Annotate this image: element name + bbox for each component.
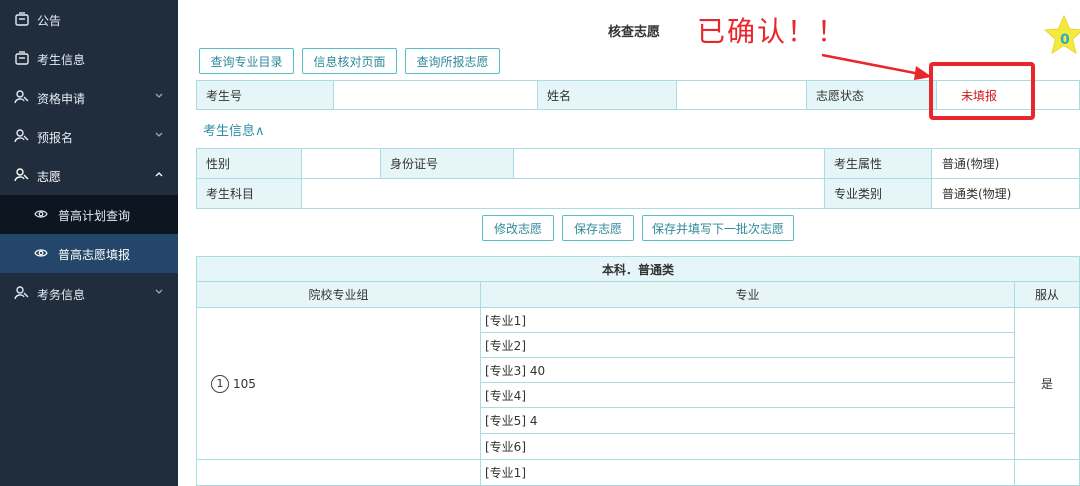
user-link-icon: [14, 90, 29, 104]
user-link-icon: [14, 168, 29, 182]
obey-cell: [1014, 459, 1080, 486]
user-link-icon: [14, 286, 29, 300]
sidebar-item-label: 预报名: [37, 131, 74, 145]
status-label: 志愿状态: [806, 80, 937, 110]
info-check-page-button[interactable]: 信息核对页面: [302, 48, 397, 74]
sidebar-item-notice[interactable]: 公告: [0, 0, 178, 39]
sidebar-subitem-volunteer-fill[interactable]: 普高志愿填报: [0, 234, 178, 273]
annotation-arrow-icon: [821, 53, 932, 80]
eye-icon: [34, 210, 48, 218]
column-header-major: 专业: [480, 281, 1015, 308]
group-number: 1: [211, 374, 229, 393]
sidebar-item-label: 公告: [37, 14, 62, 28]
sidebar-item-label: 考生信息: [37, 53, 86, 67]
sidebar-item-qualification[interactable]: 资格申请: [0, 78, 178, 117]
chevron-down-icon: [155, 93, 163, 98]
query-submitted-volunteers-button[interactable]: 查询所报志愿: [405, 48, 500, 74]
user-link-icon: [14, 129, 29, 143]
app-root: 公告 考生信息 资格申请 预报名 志愿 普高计划查询 普高志愿填报 考务信息 核…: [0, 0, 1080, 486]
table-title: 本科．普通类: [196, 256, 1080, 282]
subject-value: [301, 178, 825, 209]
chevron-down-icon: [155, 132, 163, 137]
name-label: 姓名: [537, 80, 677, 110]
star-count: 0: [1060, 32, 1070, 48]
table-row: [专业3] 40: [480, 357, 1015, 383]
group-cell: [196, 459, 481, 486]
query-major-catalog-button[interactable]: 查询专业目录: [199, 48, 294, 74]
chevron-down-icon: [155, 289, 163, 294]
sidebar-item-label: 考务信息: [37, 288, 86, 302]
sidebar-item-label: 资格申请: [37, 92, 86, 106]
sidebar-subitem-plan-query[interactable]: 普高计划查询: [0, 195, 178, 234]
eye-icon: [34, 249, 48, 257]
chevron-up-icon: [155, 172, 163, 177]
gender-label: 性别: [196, 148, 302, 179]
table-row: [专业1]: [480, 459, 1015, 486]
save-volunteer-button[interactable]: 保存志愿: [562, 215, 634, 241]
sidebar-item-volunteer[interactable]: 志愿: [0, 156, 178, 195]
table-row: [专业6]: [480, 433, 1015, 460]
highlight-box: [929, 62, 1035, 120]
student-attr-label: 考生属性: [824, 148, 932, 179]
sidebar-item-pre-register[interactable]: 预报名: [0, 117, 178, 156]
table-row: [专业2]: [480, 332, 1015, 358]
group-cell: 1 105: [196, 307, 481, 460]
obey-cell: 是: [1014, 307, 1080, 460]
major-category-label: 专业类别: [824, 178, 932, 209]
id-card-icon: [15, 51, 29, 65]
student-info-toggle[interactable]: 考生信息∧: [203, 120, 265, 139]
exam-no-label: 考生号: [196, 80, 334, 110]
gender-value: [301, 148, 381, 179]
sidebar-item-student-info[interactable]: 考生信息: [0, 39, 178, 78]
sidebar-item-label: 志愿: [37, 170, 62, 184]
table-row: [专业5] 4: [480, 407, 1015, 434]
group-code: 105: [233, 376, 256, 391]
exam-no-value: [333, 80, 538, 110]
subject-label: 考生科目: [196, 178, 302, 209]
sidebar-subitem-label: 普高志愿填报: [58, 248, 131, 262]
name-value: [676, 80, 807, 110]
table-row: [专业4]: [480, 382, 1015, 408]
notice-icon: [15, 12, 29, 26]
annotation-text: 已确认！！: [697, 15, 848, 48]
id-number-label: 身份证号: [380, 148, 514, 179]
sidebar: 公告 考生信息 资格申请 预报名 志愿 普高计划查询 普高志愿填报 考务信息: [0, 0, 178, 486]
save-and-next-batch-button[interactable]: 保存并填写下一批次志愿: [642, 215, 794, 241]
major-category-value: 普通类(物理): [931, 178, 1080, 209]
column-header-group: 院校专业组: [196, 281, 481, 308]
id-number-value: [513, 148, 825, 179]
sidebar-subitem-label: 普高计划查询: [58, 209, 131, 223]
student-attr-value: 普通(物理): [931, 148, 1080, 179]
page-title: 核查志愿: [608, 25, 661, 40]
sidebar-item-exam-affairs[interactable]: 考务信息: [0, 274, 178, 313]
column-header-obey: 服从: [1014, 281, 1080, 308]
table-row: [专业1]: [480, 307, 1015, 333]
modify-volunteer-button[interactable]: 修改志愿: [482, 215, 554, 241]
